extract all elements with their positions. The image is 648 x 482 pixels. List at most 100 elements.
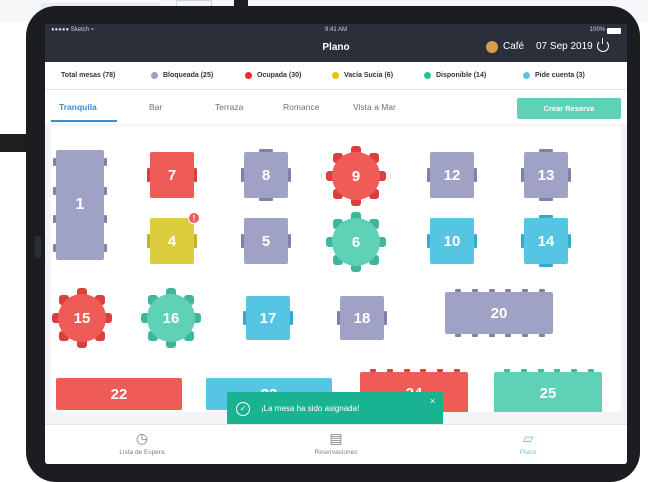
toast-notification: ✓ ¡La mesa ha sido asignada! × (227, 392, 443, 426)
chair (539, 334, 545, 337)
clipboard-icon: ▤ (329, 430, 343, 446)
tab-lista-de-espera-label: Lista de Espera (119, 449, 165, 456)
chair (104, 186, 107, 195)
tab-bar[interactable]: Bar (149, 102, 162, 112)
table-12[interactable]: 12 (430, 152, 474, 198)
table-4[interactable]: 4 (150, 218, 194, 264)
tab-reservaciones[interactable]: ▤ Reservaciones (261, 428, 411, 456)
active-tab-indicator (51, 120, 117, 122)
tab-terraza[interactable]: Terraza (215, 102, 243, 112)
table-number: 17 (259, 309, 277, 327)
date-label[interactable]: 07 Sep 2019 (536, 41, 593, 52)
background-dark-block (0, 134, 28, 152)
table-number: 22 (110, 385, 128, 403)
status-legend: Total mesas (78) Bloqueada (25) Ocupada … (45, 62, 627, 90)
table-6[interactable]: 6 (332, 218, 380, 266)
chair (288, 168, 291, 182)
chair (384, 311, 387, 325)
floor-plan: 178912134!561014151617182022232425 (51, 126, 621, 412)
chair (568, 234, 571, 248)
coffee-icon (486, 41, 498, 53)
chair (104, 215, 107, 224)
close-icon[interactable]: × (430, 396, 435, 406)
table-10[interactable]: 10 (430, 218, 474, 264)
table-15[interactable]: 15 (58, 294, 106, 342)
create-reservation-button[interactable]: Crear Reserva (517, 98, 621, 119)
legend-dot-bloqueada (151, 72, 158, 79)
table-number: 16 (162, 309, 180, 327)
tab-lista-de-espera[interactable]: ◷ Lista de Espera (67, 428, 217, 456)
legend-disponible: Disponible (14) (436, 72, 487, 79)
chair (539, 264, 553, 267)
chair (522, 334, 529, 337)
chair (194, 168, 197, 182)
table-number: 9 (351, 167, 361, 185)
chair (474, 168, 477, 182)
side-button (35, 236, 41, 258)
tab-reservaciones-label: Reservaciones (314, 449, 358, 456)
table-8[interactable]: 8 (244, 152, 288, 198)
chair (290, 311, 293, 325)
table-number: 18 (353, 309, 371, 327)
legend-dot-vacia-sucia (332, 72, 339, 79)
toast-message: ¡La mesa ha sido asignada! (261, 404, 360, 413)
tab-plano[interactable]: ▱ Plano (453, 428, 603, 456)
table-22[interactable]: 22 (56, 378, 182, 410)
table-number: 7 (167, 166, 177, 184)
table-9[interactable]: 9 (332, 152, 380, 200)
table-20[interactable]: 20 (445, 292, 553, 334)
map-icon: ▱ (522, 430, 534, 446)
alert-badge: ! (188, 212, 200, 224)
chair (539, 198, 553, 201)
table-number: 1 (75, 196, 85, 213)
table-7[interactable]: 7 (150, 152, 194, 198)
chair (259, 198, 273, 201)
table-number: 10 (443, 232, 461, 250)
chair (288, 234, 291, 248)
location-label[interactable]: Café (503, 41, 524, 52)
table-number: 20 (490, 304, 508, 322)
table-number: 8 (261, 166, 271, 184)
legend-total: Total mesas (78) (61, 72, 116, 79)
chair (471, 334, 478, 337)
chair (474, 234, 477, 248)
tab-vista-a-mar[interactable]: Vista a Mar (353, 102, 396, 112)
table-25[interactable]: 25 (494, 372, 602, 412)
table-13[interactable]: 13 (524, 152, 568, 198)
tab-romance[interactable]: Romance (283, 102, 319, 112)
tab-tranquila[interactable]: Tranquila (59, 102, 97, 112)
table-number: 5 (261, 232, 271, 250)
legend-pide-cuenta: Pide cuenta (3) (535, 72, 585, 79)
table-number: 6 (351, 233, 361, 251)
table-number: 25 (539, 384, 557, 402)
legend-dot-ocupada (245, 72, 252, 79)
legend-vacia-sucia: Vacía Sucia (6) (344, 72, 394, 79)
chair (505, 334, 512, 337)
table-14[interactable]: 14 (524, 218, 568, 264)
table-number: 4 (167, 232, 177, 250)
chair (455, 334, 461, 337)
chair (488, 334, 495, 337)
app-screen: ●●●●● Sketch ≈ 9:41 AM 100% Plano Café 0… (45, 24, 627, 464)
table-number: 13 (537, 166, 555, 184)
table-number: 15 (73, 309, 91, 327)
navigation-bar: ●●●●● Sketch ≈ 9:41 AM 100% Plano Café 0… (45, 24, 627, 62)
chair (104, 244, 107, 252)
table-16[interactable]: 16 (147, 294, 195, 342)
legend-dot-disponible (424, 72, 431, 79)
battery-icon (607, 28, 621, 34)
table-18[interactable]: 18 (340, 296, 384, 340)
chair (194, 234, 197, 248)
table-5[interactable]: 5 (244, 218, 288, 264)
chair (568, 168, 571, 182)
table-17[interactable]: 17 (246, 296, 290, 340)
clock-icon: ◷ (135, 430, 149, 446)
status-time: 9:41 AM (324, 27, 347, 33)
check-icon: ✓ (236, 402, 250, 416)
tab-plano-label: Plano (519, 449, 537, 456)
table-1[interactable]: 1 (56, 150, 104, 260)
chair (104, 158, 107, 166)
power-icon[interactable] (597, 38, 609, 52)
legend-dot-pide-cuenta (523, 72, 530, 79)
table-number: 14 (537, 232, 555, 250)
